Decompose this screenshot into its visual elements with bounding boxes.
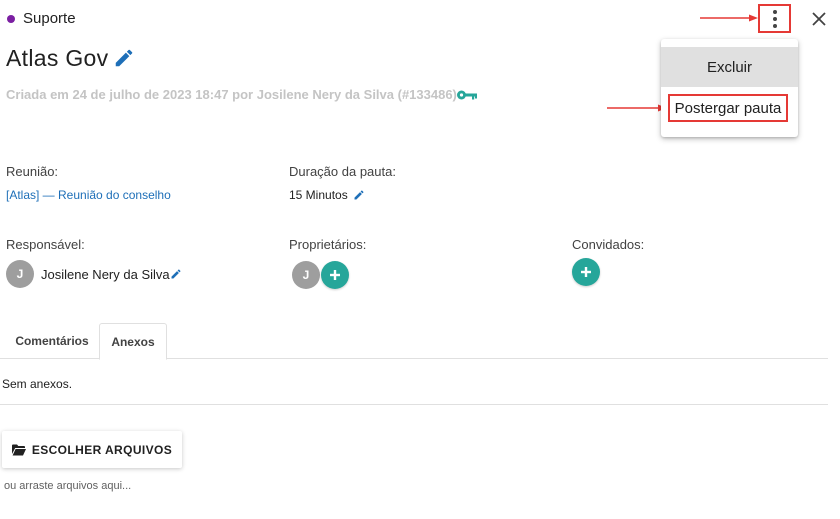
more-options-button[interactable]: [758, 4, 791, 33]
category-dot: [7, 15, 15, 23]
menu-item-delete[interactable]: Excluir: [661, 47, 798, 87]
no-attachments-text: Sem anexos.: [2, 377, 73, 391]
tab-attachments[interactable]: Anexos: [99, 323, 167, 360]
plus-icon: [581, 267, 591, 277]
duration-value: 15 Minutos: [289, 188, 348, 202]
edit-duration-pencil-icon[interactable]: [353, 189, 365, 201]
key-icon[interactable]: [456, 88, 478, 102]
agenda-title: Atlas Gov: [6, 45, 109, 71]
drop-hint: ou arraste arquivos aqui...: [4, 480, 132, 492]
responsible-label: Responsável:: [6, 237, 85, 252]
meeting-label: Reunião:: [6, 164, 59, 179]
annotation-arrow: [700, 14, 758, 22]
meeting-link[interactable]: [Atlas] — Reunião do conselho: [6, 188, 171, 203]
avatar: J: [6, 260, 34, 288]
responsible-name: Josilene Nery da Silva: [41, 267, 170, 282]
duration-label: Duração da pauta:: [289, 164, 396, 179]
add-owner-button[interactable]: [321, 261, 349, 289]
owner-avatar: J: [292, 261, 320, 289]
annotation-arrow: [607, 104, 667, 112]
choose-files-button[interactable]: ESCOLHER ARQUIVOS: [2, 431, 182, 468]
folder-open-icon: [11, 444, 26, 455]
choose-files-label: ESCOLHER ARQUIVOS: [31, 442, 173, 457]
owners-label: Proprietários:: [289, 237, 367, 252]
tab-comments[interactable]: Comentários: [6, 323, 98, 359]
guests-label: Convidados:: [572, 237, 645, 252]
edit-title-pencil-icon[interactable]: [113, 47, 135, 69]
menu-item-postpone[interactable]: Postergar pauta: [668, 94, 788, 122]
kebab-menu-icon: [772, 9, 777, 28]
category-label: Suporte: [23, 10, 76, 27]
options-menu: Excluir Postergar pauta: [661, 39, 798, 137]
add-guest-button[interactable]: [572, 258, 600, 286]
created-info: Criada em 24 de julho de 2023 18:47 por …: [6, 87, 457, 102]
close-icon[interactable]: [806, 6, 832, 32]
plus-icon: [330, 270, 340, 280]
section-divider: [0, 404, 828, 405]
edit-responsible-pencil-icon[interactable]: [170, 268, 182, 280]
